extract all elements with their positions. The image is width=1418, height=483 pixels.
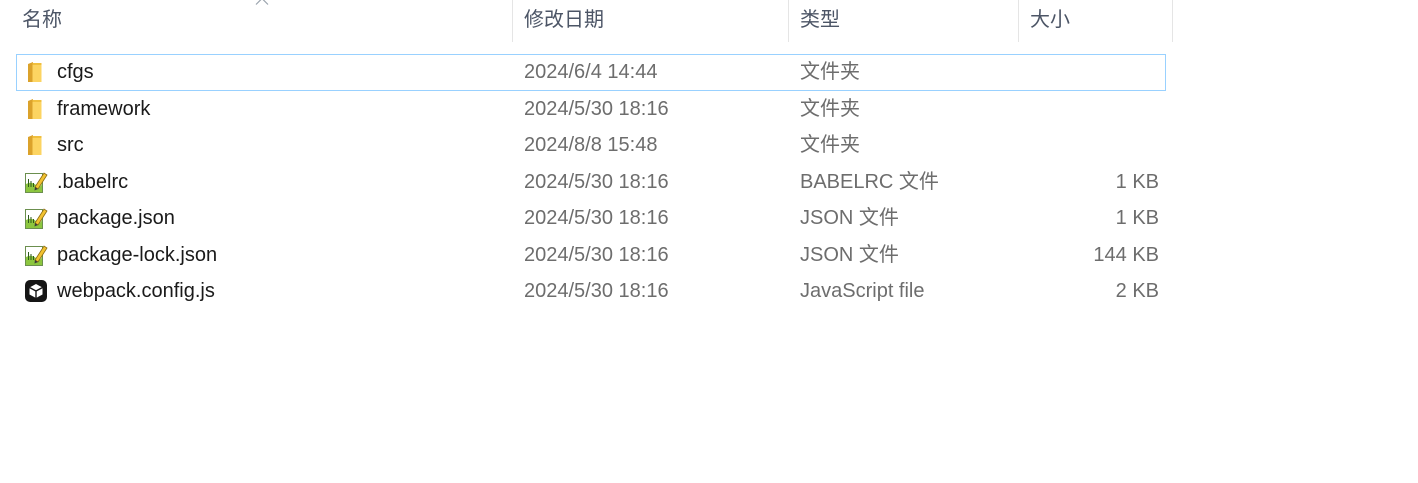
file-row[interactable]: webpack.config.js 2024/5/30 18:16 JavaSc… [16,273,1166,310]
file-name: cfgs [57,61,94,83]
file-name: framework [57,97,151,120]
column-header-size[interactable]: 大小 [1019,0,1172,42]
column-header-date-label: 修改日期 [524,9,604,31]
file-type: 文件夹 [800,97,860,120]
file-size: 1 KB [1115,170,1159,193]
file-row[interactable]: src 2024/8/8 15:48 文件夹 [16,127,1166,164]
column-header-size-label: 大小 [1030,9,1070,31]
file-modified-date: 2024/5/30 18:16 [524,243,669,266]
file-name: .babelrc [57,170,129,193]
file-name: src [57,134,84,156]
column-header-name[interactable]: 名称 [12,0,512,42]
column-header-type-label: 类型 [800,9,840,31]
column-header-name-label: 名称 [22,9,62,31]
file-modified-date: 2024/8/8 15:48 [524,134,658,156]
file-rows: cfgs 2024/6/4 14:44 文件夹 framework 2024/5… [16,54,1166,310]
folder-icon [24,133,48,157]
file-modified-date: 2024/5/30 18:16 [524,280,669,302]
file-size: 1 KB [1115,207,1159,229]
column-header-type[interactable]: 类型 [789,0,1018,42]
file-name: package.json [57,207,175,229]
file-row[interactable]: package-lock.json 2024/5/30 18:16 JSON 文… [16,237,1166,274]
file-modified-date: 2024/5/30 18:16 [524,207,669,229]
file-type: JSON 文件 [800,207,899,229]
folder-icon [24,97,48,121]
file-size: 144 KB [1093,243,1159,266]
column-header-bar: 名称 修改日期 类型 大小 [0,0,1174,42]
file-type: 文件夹 [800,134,860,156]
file-name: webpack.config.js [57,280,215,302]
text-file-icon [24,243,48,267]
file-row[interactable]: cfgs 2024/6/4 14:44 文件夹 [16,54,1166,91]
column-divider[interactable] [1172,0,1173,42]
file-row[interactable]: .babelrc 2024/5/30 18:16 BABELRC 文件 1 KB [16,164,1166,201]
file-row[interactable]: framework 2024/5/30 18:16 文件夹 [16,91,1166,128]
file-size: 2 KB [1115,280,1159,302]
text-file-icon [24,206,48,230]
javascript-file-icon [24,279,48,303]
file-type: 文件夹 [800,61,860,83]
file-list[interactable]: cfgs 2024/6/4 14:44 文件夹 framework 2024/5… [0,42,1418,483]
file-modified-date: 2024/5/30 18:16 [524,170,669,193]
file-type: BABELRC 文件 [800,170,939,193]
file-name: package-lock.json [57,243,218,266]
file-type: JavaScript file [800,280,925,302]
file-modified-date: 2024/5/30 18:16 [524,97,669,120]
file-modified-date: 2024/6/4 14:44 [524,61,658,83]
column-header-date[interactable]: 修改日期 [513,0,788,42]
folder-icon [24,60,48,84]
file-row[interactable]: package.json 2024/5/30 18:16 JSON 文件 1 K… [16,200,1166,237]
sort-ascending-icon [255,0,269,5]
text-file-icon [24,170,48,194]
file-type: JSON 文件 [800,243,899,266]
